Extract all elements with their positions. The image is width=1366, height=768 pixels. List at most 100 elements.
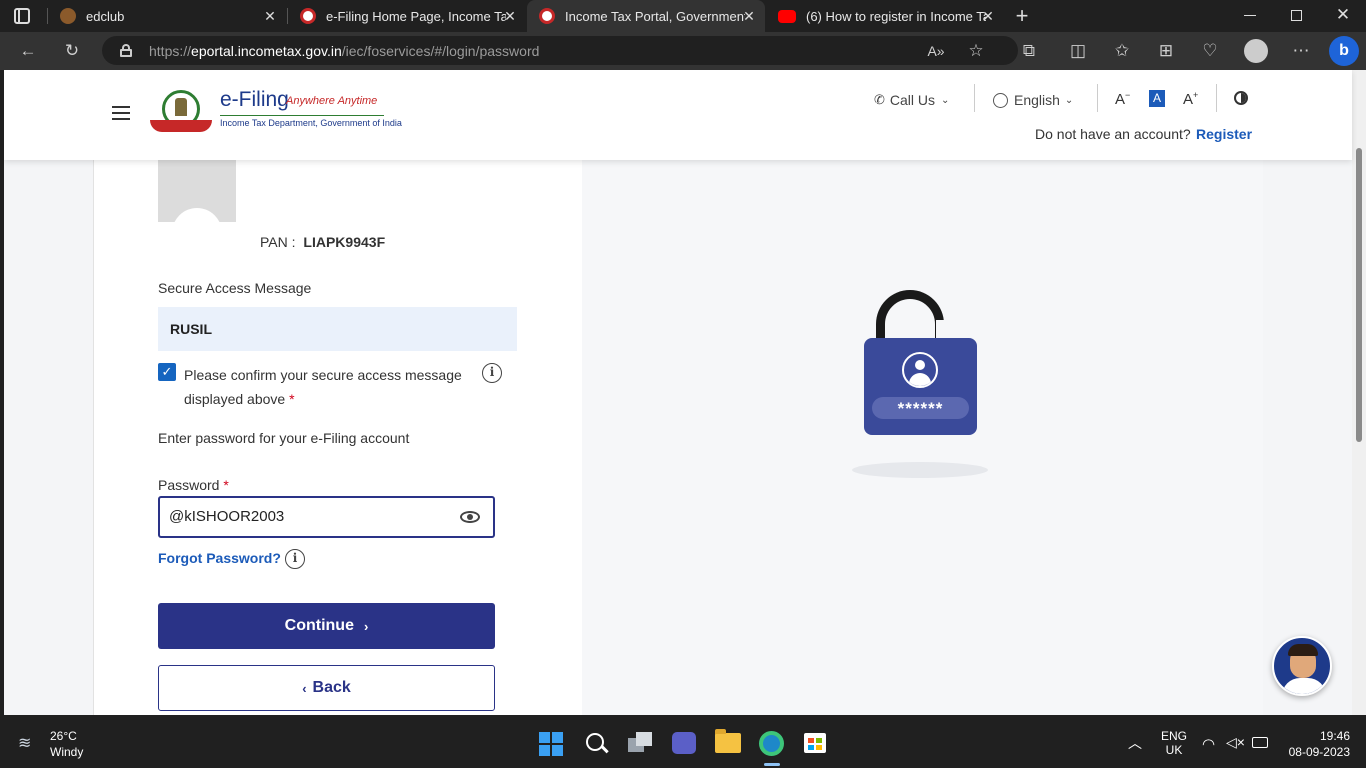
efiling-favicon-icon	[300, 8, 316, 24]
teams-chat-icon[interactable]	[672, 732, 696, 754]
font-increase-button[interactable]: A+	[1183, 90, 1198, 108]
close-tab-icon[interactable]: ✕	[741, 8, 757, 24]
close-tab-icon[interactable]: ✕	[502, 8, 518, 24]
font-decrease-label: A	[1115, 91, 1126, 108]
pan-row: PAN : LIAPK9943F	[260, 234, 385, 250]
profile-avatar-icon[interactable]	[1244, 39, 1268, 63]
tab-title: (6) How to register in Income Tax	[806, 8, 986, 24]
browser-essentials-icon[interactable]: ♡	[1198, 39, 1222, 63]
temperature: 26°C	[50, 729, 77, 743]
clock-time: 19:46	[1319, 729, 1350, 743]
lock-icon[interactable]	[120, 44, 132, 57]
restore-icon[interactable]	[1291, 10, 1302, 21]
browser-tab-youtube[interactable]: (6) How to register in Income Tax ✕	[766, 0, 1004, 32]
scrollbar-thumb[interactable]	[1356, 148, 1362, 442]
forgot-password-link[interactable]: Forgot Password?	[158, 550, 281, 566]
chevron-left-icon: ‹	[302, 680, 307, 696]
logo-subtitle: Income Tax Department, Government of Ind…	[220, 118, 402, 128]
browser-tab-edclub[interactable]: edclub ✕	[48, 0, 286, 32]
info-icon[interactable]: i	[482, 363, 502, 383]
show-password-eye-icon[interactable]	[460, 511, 480, 523]
back-arrow-icon[interactable]: ←	[16, 39, 40, 63]
font-decrease-button[interactable]: A−	[1115, 90, 1130, 108]
web-page: e-Filing Anywhere Anytime Income Tax Dep…	[4, 70, 1366, 715]
split-screen-icon[interactable]: ◫	[1066, 39, 1090, 63]
show-hidden-icons-chevron-up-icon[interactable]: ︿	[1128, 733, 1142, 753]
new-tab-button[interactable]: +	[1010, 4, 1034, 28]
lang-line2: UK	[1165, 743, 1183, 757]
edclub-favicon-icon	[60, 8, 76, 24]
password-label-text: Password	[158, 477, 220, 493]
chevron-down-icon: ⌄	[1064, 94, 1074, 106]
language-dropdown[interactable]: English ⌄	[993, 90, 1073, 110]
clock[interactable]: 19:46 08-09-2023	[1280, 729, 1350, 759]
tab-title: edclub	[86, 8, 125, 24]
minimize-icon[interactable]	[1244, 15, 1256, 16]
password-field[interactable]: @kISHOOR2003	[158, 496, 495, 538]
password-value[interactable]: @kISHOOR2003	[169, 508, 284, 525]
font-normal-button[interactable]: A	[1149, 90, 1165, 107]
collections-icon[interactable]: ⊞	[1154, 39, 1178, 63]
favorite-star-icon[interactable]: ☆	[964, 39, 988, 63]
browser-tab-strip: edclub ✕ e-Filing Home Page, Income Tax …	[0, 0, 1366, 32]
microsoft-store-icon[interactable]	[804, 733, 826, 753]
browser-tab-income-tax-portal[interactable]: Income Tax Portal, Government o ✕	[527, 0, 765, 32]
close-tab-icon[interactable]: ✕	[980, 8, 996, 24]
chatbot-avatar-button[interactable]	[1272, 636, 1332, 696]
address-bar[interactable]: https://eportal.incometax.gov.in/iec/fos…	[102, 36, 1018, 65]
padlock-illustration: ******	[852, 290, 992, 450]
url-text[interactable]: https://eportal.incometax.gov.in/iec/fos…	[149, 43, 539, 59]
url-scheme: https://	[149, 43, 192, 59]
edge-browser-icon[interactable]	[759, 731, 784, 756]
hamburger-menu-icon[interactable]	[112, 106, 130, 120]
confirm-text-line2: displayed above	[184, 391, 286, 407]
favorites-icon[interactable]: ✩	[1110, 39, 1134, 63]
logo-tagline: Anywhere Anytime	[286, 95, 378, 107]
efiling-logo[interactable]: e-Filing Anywhere Anytime Income Tax Dep…	[148, 88, 402, 138]
lock-body: ******	[864, 338, 977, 435]
password-mask-pill: ******	[872, 397, 969, 419]
url-path: /iec/foservices/#/login/password	[341, 43, 540, 59]
close-tab-icon[interactable]: ✕	[262, 8, 278, 24]
continue-button[interactable]: Continue ›	[158, 603, 495, 649]
battery-icon[interactable]	[1252, 737, 1268, 748]
secure-access-label: Secure Access Message	[158, 280, 312, 296]
windows-start-icon[interactable]	[539, 732, 563, 756]
input-language-indicator[interactable]: ENG UK	[1158, 729, 1190, 757]
weather-widget[interactable]: ≋ 26°C Windy	[14, 729, 104, 761]
lock-shackle-gap	[936, 320, 948, 340]
wind-icon: ≋	[18, 735, 32, 752]
url-domain: eportal.incometax.gov.in	[191, 43, 342, 59]
secure-access-message-box: RUSIL	[158, 307, 517, 351]
enter-password-text: Enter password for your e-Filing account	[158, 430, 410, 446]
wifi-icon[interactable]: ◠	[1202, 735, 1215, 753]
browser-tab-efiling-home[interactable]: e-Filing Home Page, Income Tax D ✕	[288, 0, 526, 32]
pan-value: LIAPK9943F	[303, 234, 386, 250]
task-view-icon[interactable]	[628, 732, 652, 754]
more-menu-icon[interactable]: ⋯	[1289, 39, 1313, 63]
back-button[interactable]: ‹ Back	[158, 665, 495, 711]
illustration-pane: ******	[582, 130, 1263, 715]
secure-access-message: RUSIL	[170, 321, 212, 337]
tab-actions-icon[interactable]	[14, 8, 30, 24]
volume-muted-icon[interactable]: ◁×	[1226, 734, 1245, 751]
info-icon[interactable]: i	[285, 549, 305, 569]
browser-toolbar: ← ↻ https://eportal.incometax.gov.in/iec…	[0, 32, 1366, 70]
lang-line1: ENG	[1160, 729, 1187, 743]
confirm-checkbox[interactable]: ✓	[158, 363, 176, 381]
close-window-icon[interactable]: ✕	[1333, 5, 1353, 25]
confirm-text-line1: Please confirm your secure access messag…	[184, 367, 462, 383]
bing-copilot-icon[interactable]: b	[1329, 36, 1359, 66]
register-link[interactable]: Register	[1196, 126, 1252, 142]
extensions-icon[interactable]: ⧉	[1017, 39, 1041, 63]
pan-label: PAN :	[260, 234, 296, 250]
site-header: e-Filing Anywhere Anytime Income Tax Dep…	[4, 70, 1352, 160]
read-aloud-icon[interactable]: A»	[924, 39, 948, 63]
required-asterisk: *	[223, 477, 229, 493]
file-explorer-icon[interactable]	[715, 729, 741, 753]
contrast-toggle-icon[interactable]	[1234, 91, 1248, 105]
back-label: Back	[312, 679, 351, 696]
refresh-icon[interactable]: ↻	[60, 39, 84, 63]
page-scrollbar[interactable]	[1352, 70, 1366, 715]
call-us-dropdown[interactable]: ✆ Call Us ⌄	[874, 90, 949, 110]
